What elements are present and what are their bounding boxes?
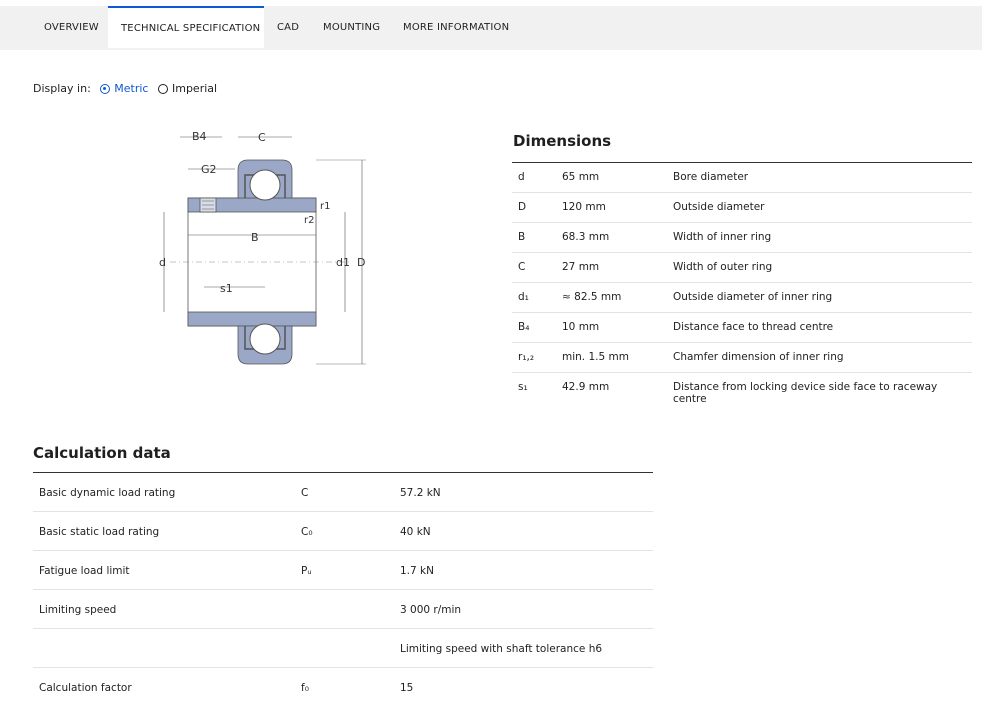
dim-symbol: B₄ xyxy=(518,321,530,333)
dim-symbol: s₁ xyxy=(518,381,528,393)
table-row: Limiting speed 3 000 r/min xyxy=(33,590,653,629)
tab-mounting[interactable]: MOUNTING xyxy=(323,6,380,50)
dim-desc: Distance face to thread centre xyxy=(673,321,834,333)
calc-symbol: C₀ xyxy=(301,526,313,538)
dim-value: 10 mm xyxy=(562,321,600,333)
table-row: d 65 mm Bore diameter xyxy=(512,163,972,193)
calc-value: 40 kN xyxy=(400,526,431,538)
calc-value: 1.7 kN xyxy=(400,565,434,577)
table-row: Limiting speed with shaft tolerance h6 xyxy=(33,629,653,668)
tab-overview[interactable]: OVERVIEW xyxy=(44,6,99,50)
label-g2: G2 xyxy=(201,163,217,176)
dim-value: ≈ 82.5 mm xyxy=(562,291,622,303)
calc-value: 57.2 kN xyxy=(400,487,441,499)
dim-symbol: C xyxy=(518,261,526,273)
table-row: s₁ 42.9 mm Distance from locking device si… xyxy=(512,373,972,405)
label-r2: r2 xyxy=(304,215,314,226)
label-d1: d1 xyxy=(336,256,350,269)
dimensions-table: d 65 mm Bore diameter D 120 mm Outside diame… xyxy=(512,162,972,405)
imperial-radio[interactable] xyxy=(157,84,168,94)
dim-desc: Distance from locking device side face t… xyxy=(673,381,938,405)
bearing-drawing: B4 C G2 r1 r2 B d d1 D s1 xyxy=(159,130,366,365)
dim-desc: Width of outer ring xyxy=(673,261,773,273)
calc-label: Limiting speed xyxy=(39,604,117,616)
tab-technical-specification[interactable]: TECHNICAL SPECIFICATION xyxy=(108,6,264,48)
calc-label: Basic dynamic load rating xyxy=(39,487,176,499)
dim-symbol: d₁ xyxy=(518,291,529,303)
dim-desc: Bore diameter xyxy=(673,171,749,183)
label-s1: s1 xyxy=(220,282,233,295)
calc-label: Basic static load rating xyxy=(39,526,160,538)
unit-selector: Display in: Metric Imperial xyxy=(33,82,217,95)
label-r1: r1 xyxy=(320,201,330,212)
calc-symbol: C xyxy=(301,487,309,499)
calc-symbol: Pᵤ xyxy=(301,565,312,577)
table-row: D 120 mm Outside diameter xyxy=(512,193,972,223)
dim-value: 120 mm xyxy=(562,201,606,213)
dim-value: 68.3 mm xyxy=(562,231,610,243)
label-c: C xyxy=(258,131,266,144)
calc-symbol: f₀ xyxy=(301,682,309,694)
dim-desc: Chamfer dimension of inner ring xyxy=(673,351,844,363)
calc-label: Calculation factor xyxy=(39,682,132,694)
tab-more-information[interactable]: MORE INFORMATION xyxy=(403,6,509,50)
tab-bar: OVERVIEW TECHNICAL SPECIFICATION CAD MOU… xyxy=(0,6,982,50)
table-row: r₁,₂ min. 1.5 mm Chamfer dimension of inne… xyxy=(512,343,972,373)
dim-value: 27 mm xyxy=(562,261,600,273)
label-d: d xyxy=(159,256,166,269)
imperial-option-label[interactable]: Imperial xyxy=(172,82,217,95)
label-b: B xyxy=(251,231,259,244)
dim-symbol: d xyxy=(518,171,525,183)
metric-option-label[interactable]: Metric xyxy=(114,82,148,95)
calc-value: 3 000 r/min xyxy=(400,604,462,616)
dim-desc: Outside diameter xyxy=(673,201,765,213)
calculation-title: Calculation data xyxy=(33,444,171,462)
dim-symbol: r₁,₂ xyxy=(518,351,535,363)
table-row: Basic dynamic load rating C 57.2 kN xyxy=(33,473,653,512)
table-row: B₄ 10 mm Distance face to thread centre xyxy=(512,313,972,343)
dim-value: 42.9 mm xyxy=(562,381,610,393)
dimensions-title: Dimensions xyxy=(513,132,612,150)
unit-label: Display in: xyxy=(33,82,91,95)
label-big-d: D xyxy=(357,256,365,269)
table-row: Fatigue load limit Pᵤ 1.7 kN xyxy=(33,551,653,590)
table-row: d₁ ≈ 82.5 mm Outside diameter of inner rin… xyxy=(512,283,972,313)
label-b4: B4 xyxy=(192,130,207,143)
dim-value: 65 mm xyxy=(562,171,600,183)
table-row: Calculation factor f₀ 15 xyxy=(33,668,653,706)
calc-label: Fatigue load limit xyxy=(39,565,130,577)
table-row: C 27 mm Width of outer ring xyxy=(512,253,972,283)
calculation-table: Basic dynamic load rating C 57.2 kN Basic … xyxy=(33,472,653,706)
dim-symbol: D xyxy=(518,201,527,213)
tab-cad[interactable]: CAD xyxy=(277,6,299,50)
metric-radio[interactable] xyxy=(100,84,111,94)
dim-desc: Width of inner ring xyxy=(673,231,772,243)
calc-value: 15 xyxy=(400,682,414,694)
table-row: Basic static load rating C₀ 40 kN xyxy=(33,512,653,551)
dim-symbol: B xyxy=(518,231,526,243)
calc-value: Limiting speed with shaft tolerance h6 xyxy=(400,643,603,655)
dim-value: min. 1.5 mm xyxy=(562,351,629,363)
dim-desc: Outside diameter of inner ring xyxy=(673,291,833,303)
table-row: B 68.3 mm Width of inner ring xyxy=(512,223,972,253)
